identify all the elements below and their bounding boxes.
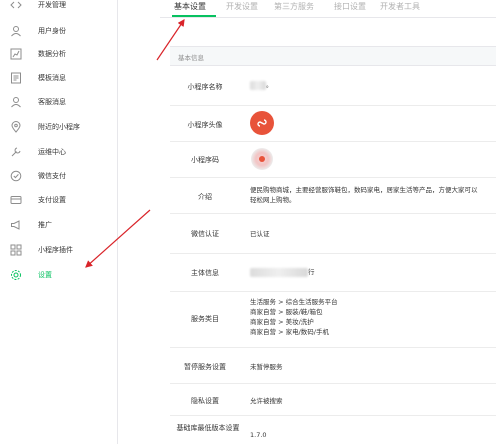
- sidebar-item-label: 支付设置: [38, 196, 66, 204]
- active-tab-indicator: [172, 15, 216, 17]
- row-key: 基础库最低版本设置: [176, 424, 240, 432]
- tab-basic-settings[interactable]: 基本设置: [174, 1, 206, 12]
- row-key: 隐私设置: [191, 397, 219, 405]
- tab-dev-settings[interactable]: 开发设置: [226, 1, 258, 12]
- category-list: 生活服务 > 综合生活服务平台 商家自营 > 服装/鞋/箱包 商家自营 > 美妆…: [250, 297, 338, 337]
- sidebar-item-wechat-pay[interactable]: 微信支付: [0, 165, 118, 187]
- row-key: 小程序头像: [187, 121, 223, 129]
- sidebar: 开发管理 用户身份 数据分析 模板消息 客服消息 附近的小程序 运维中心 微信支…: [0, 0, 118, 444]
- pause-status: 未暂停服务: [250, 363, 283, 371]
- sidebar-item-user-identity[interactable]: 用户身份: [0, 20, 118, 42]
- avatar: [250, 111, 274, 135]
- sidebar-item-label: 用户身份: [38, 27, 66, 35]
- sidebar-item-data-analysis[interactable]: 数据分析: [0, 43, 118, 65]
- tab-api-settings[interactable]: 接口设置: [334, 1, 366, 12]
- row-wechat-auth: 微信认证 已认证: [170, 214, 496, 254]
- tab-dev-tools[interactable]: 开发者工具: [380, 1, 420, 12]
- sidebar-item-label: 运维中心: [38, 148, 66, 156]
- sidebar-item-nearby[interactable]: 附近的小程序: [0, 116, 118, 138]
- row-key: 暂停服务设置: [184, 363, 226, 371]
- row-key: 小程序码: [191, 156, 219, 164]
- service-icon: [10, 96, 22, 108]
- row-category: 服务类目 生活服务 > 综合生活服务平台 商家自营 > 服装/鞋/箱包 商家自营…: [170, 292, 496, 348]
- row-key: 微信认证: [191, 230, 219, 238]
- base-lib-version: 1.7.0: [250, 431, 267, 439]
- basic-info-panel: 基本信息 小程序名称 。 小程序头像 小程序码 介绍 便民购物商城，主要经营服饰…: [170, 46, 496, 444]
- row-key: 主体信息: [191, 269, 219, 277]
- category-item: 商家自营 > 家电/数码/手机: [250, 328, 329, 336]
- row-key: 小程序名称: [187, 83, 223, 91]
- mini-program-logo-icon: [257, 119, 267, 127]
- auth-status: 已认证: [250, 230, 270, 238]
- row-pause-service: 暂停服务设置 未暂停服务: [170, 348, 496, 384]
- tab-third-party[interactable]: 第三方服务: [274, 1, 314, 12]
- row-privacy: 隐私设置 允许被搜索: [170, 384, 496, 416]
- subject-suffix: 行: [308, 268, 315, 276]
- row-qrcode: 小程序码: [170, 142, 496, 178]
- user-icon: [10, 25, 22, 37]
- intro-text: 便民购物商城，主要经营服饰鞋包，数码家电，居家生活等产品，方便大家可以轻松网上购…: [250, 186, 478, 204]
- sidebar-item-ops-center[interactable]: 运维中心: [0, 141, 118, 163]
- redacted-text: [250, 80, 266, 90]
- sidebar-item-template-msg[interactable]: 模板消息: [0, 67, 118, 89]
- gear-icon: [10, 269, 22, 281]
- qrcode-icon: [251, 148, 273, 170]
- row-name: 小程序名称 。: [170, 66, 496, 106]
- sidebar-item-label: 模板消息: [38, 74, 66, 82]
- name-suffix: 。: [266, 81, 273, 89]
- category-item: 生活服务 > 综合生活服务平台: [250, 298, 338, 306]
- sidebar-item-label: 设置: [38, 271, 52, 279]
- sidebar-item-label: 开发管理: [38, 1, 66, 9]
- code-icon: [10, 0, 22, 11]
- category-item: 商家自营 > 服装/鞋/箱包: [250, 308, 323, 316]
- plugin-icon: [10, 244, 22, 256]
- sidebar-item-label: 客服消息: [38, 98, 66, 106]
- sidebar-item-settings[interactable]: 设置: [0, 264, 118, 286]
- sidebar-item-label: 微信支付: [38, 172, 66, 180]
- sidebar-item-label: 推广: [38, 221, 52, 229]
- sidebar-item-dev-manage[interactable]: 开发管理: [0, 0, 118, 16]
- sidebar-item-plugins[interactable]: 小程序插件: [0, 239, 118, 261]
- mini-program-avatar[interactable]: [250, 111, 274, 135]
- sidebar-item-label: 附近的小程序: [38, 123, 80, 131]
- sidebar-item-service-msg[interactable]: 客服消息: [0, 91, 118, 113]
- chart-icon: [10, 48, 22, 60]
- row-key: 介绍: [198, 193, 212, 201]
- panel-header: 基本信息: [170, 46, 496, 66]
- row-value: 。: [250, 80, 273, 90]
- megaphone-icon: [10, 219, 22, 231]
- template-icon: [10, 72, 22, 84]
- wrench-icon: [10, 146, 22, 158]
- sidebar-item-pay-settings[interactable]: 支付设置: [0, 189, 118, 211]
- row-base-lib: 基础库最低版本设置 1.7.0: [170, 416, 496, 444]
- row-avatar: 小程序头像: [170, 106, 496, 142]
- privacy-status: 允许被搜索: [250, 397, 283, 405]
- sidebar-item-promotion[interactable]: 推广: [0, 214, 118, 236]
- row-intro: 介绍 便民购物商城，主要经营服饰鞋包，数码家电，居家生活等产品，方便大家可以轻松…: [170, 178, 496, 214]
- mini-program-code[interactable]: [251, 148, 273, 170]
- row-subject: 主体信息 行: [170, 254, 496, 292]
- pay-icon: [10, 170, 22, 182]
- category-item: 商家自营 > 美妆/洗护: [250, 318, 314, 326]
- redacted-text: [250, 267, 308, 277]
- panel-title: 基本信息: [178, 54, 204, 62]
- sidebar-item-label: 数据分析: [38, 50, 66, 58]
- location-icon: [10, 121, 22, 133]
- row-key: 服务类目: [191, 315, 219, 323]
- sidebar-item-label: 小程序插件: [38, 246, 73, 254]
- row-value: 行: [250, 267, 315, 277]
- pay-settings-icon: [10, 194, 22, 206]
